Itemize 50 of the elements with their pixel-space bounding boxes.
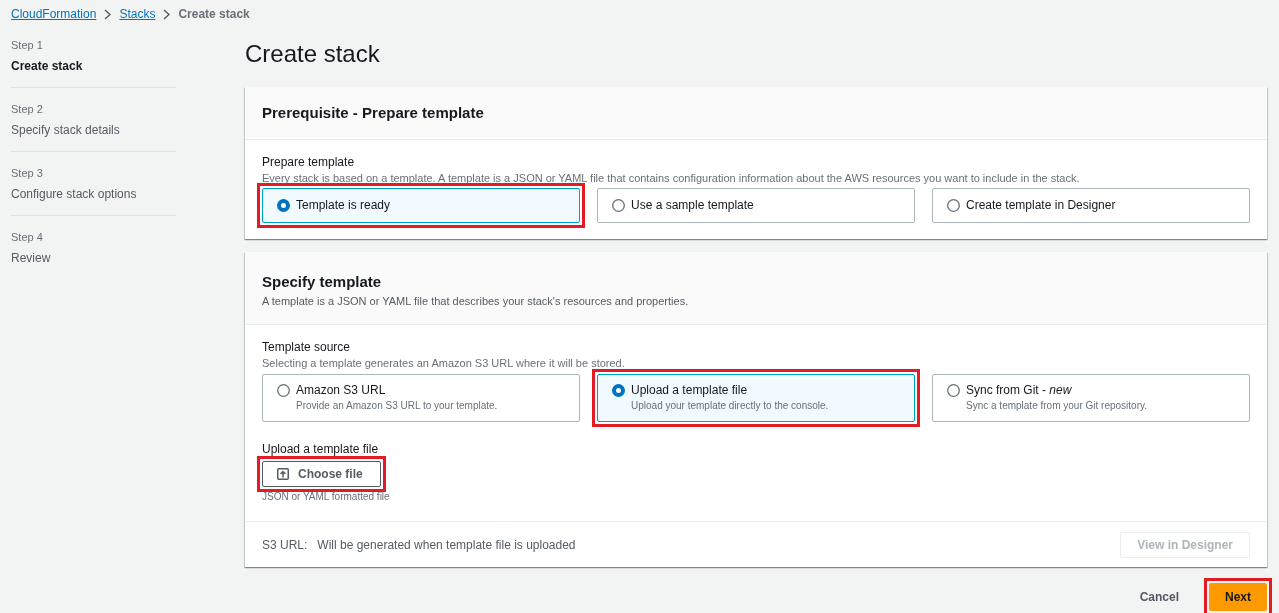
option-label: Template is ready	[296, 198, 391, 213]
breadcrumb-link[interactable]: Stacks	[119, 7, 156, 21]
panel-title: Specify template	[262, 272, 382, 292]
option-label: Create template in Designer	[966, 198, 1116, 213]
field-description: Selecting a template generates an Amazon S3 URL where it will be stored.	[262, 356, 626, 370]
option-description: Provide an Amazon S3 URL to your template.	[296, 399, 498, 413]
radio-card[interactable]: Sync from Git - new Sync a template from your Git repository.	[932, 374, 1250, 422]
choose-file-button[interactable]: Choose file	[262, 461, 381, 487]
chevron-right-icon	[163, 8, 171, 20]
s3-url-value: Will be generated when template file is uploaded	[317, 537, 577, 552]
option-label: Sync from Git - new	[966, 382, 1072, 398]
radio-icon[interactable]	[277, 384, 290, 397]
radio-selected-icon[interactable]	[277, 199, 290, 212]
option-label: Upload a template file	[631, 382, 748, 398]
cancel-button[interactable]: Cancel	[1123, 583, 1195, 611]
upload-icon	[277, 468, 289, 480]
step-number: Step 4	[11, 230, 43, 244]
option-description: Upload your template directly to the console.	[631, 399, 829, 413]
option-description: Sync a template from your Git repository.	[966, 399, 1147, 413]
step-title[interactable]: Specify stack details	[11, 122, 120, 138]
s3-url-label: S3 URL:	[262, 537, 308, 552]
step-number: Step 3	[11, 166, 43, 180]
radio-card[interactable]: Create template in Designer	[932, 188, 1250, 223]
radio-icon[interactable]	[947, 199, 960, 212]
field-label: Template source	[262, 339, 352, 355]
radio-card[interactable]: Template is ready	[262, 188, 580, 223]
step-title[interactable]: Review	[11, 250, 51, 266]
option-label: Use a sample template	[631, 198, 754, 213]
chevron-right-icon	[104, 8, 112, 20]
page-title: Create stack	[245, 39, 380, 69]
step-number: Step 1	[11, 38, 43, 52]
step-number: Step 2	[11, 102, 43, 116]
step-title[interactable]: Configure stack options	[11, 186, 137, 202]
next-button[interactable]: Next	[1209, 583, 1267, 611]
field-label: Prepare template	[262, 154, 356, 170]
panel-title: Prerequisite - Prepare template	[262, 103, 484, 123]
radio-icon[interactable]	[947, 384, 960, 397]
field-hint: JSON or YAML formatted file	[262, 490, 391, 504]
radio-card[interactable]: Upload a template file Upload your template directly to the console.	[597, 374, 915, 422]
radio-card[interactable]: Use a sample template	[597, 188, 915, 223]
option-label: Amazon S3 URL	[296, 382, 386, 398]
breadcrumb-link[interactable]: CloudFormation	[11, 7, 97, 21]
field-description: Every stack is based on a template. A template is a JSON or YAML file that contains configuration information about the AWS resources you want to include in the stack.	[262, 171, 1081, 185]
panel-description: A template is a JSON or YAML file that describes your stack's resources and properties.	[262, 294, 689, 308]
radio-selected-icon[interactable]	[612, 384, 625, 397]
field-label: Upload a template file	[262, 441, 380, 457]
radio-icon[interactable]	[612, 199, 625, 212]
breadcrumb-current: Create stack	[178, 7, 250, 21]
step-title[interactable]: Create stack	[11, 58, 83, 74]
radio-card[interactable]: Amazon S3 URL Provide an Amazon S3 URL to your template.	[262, 374, 580, 422]
